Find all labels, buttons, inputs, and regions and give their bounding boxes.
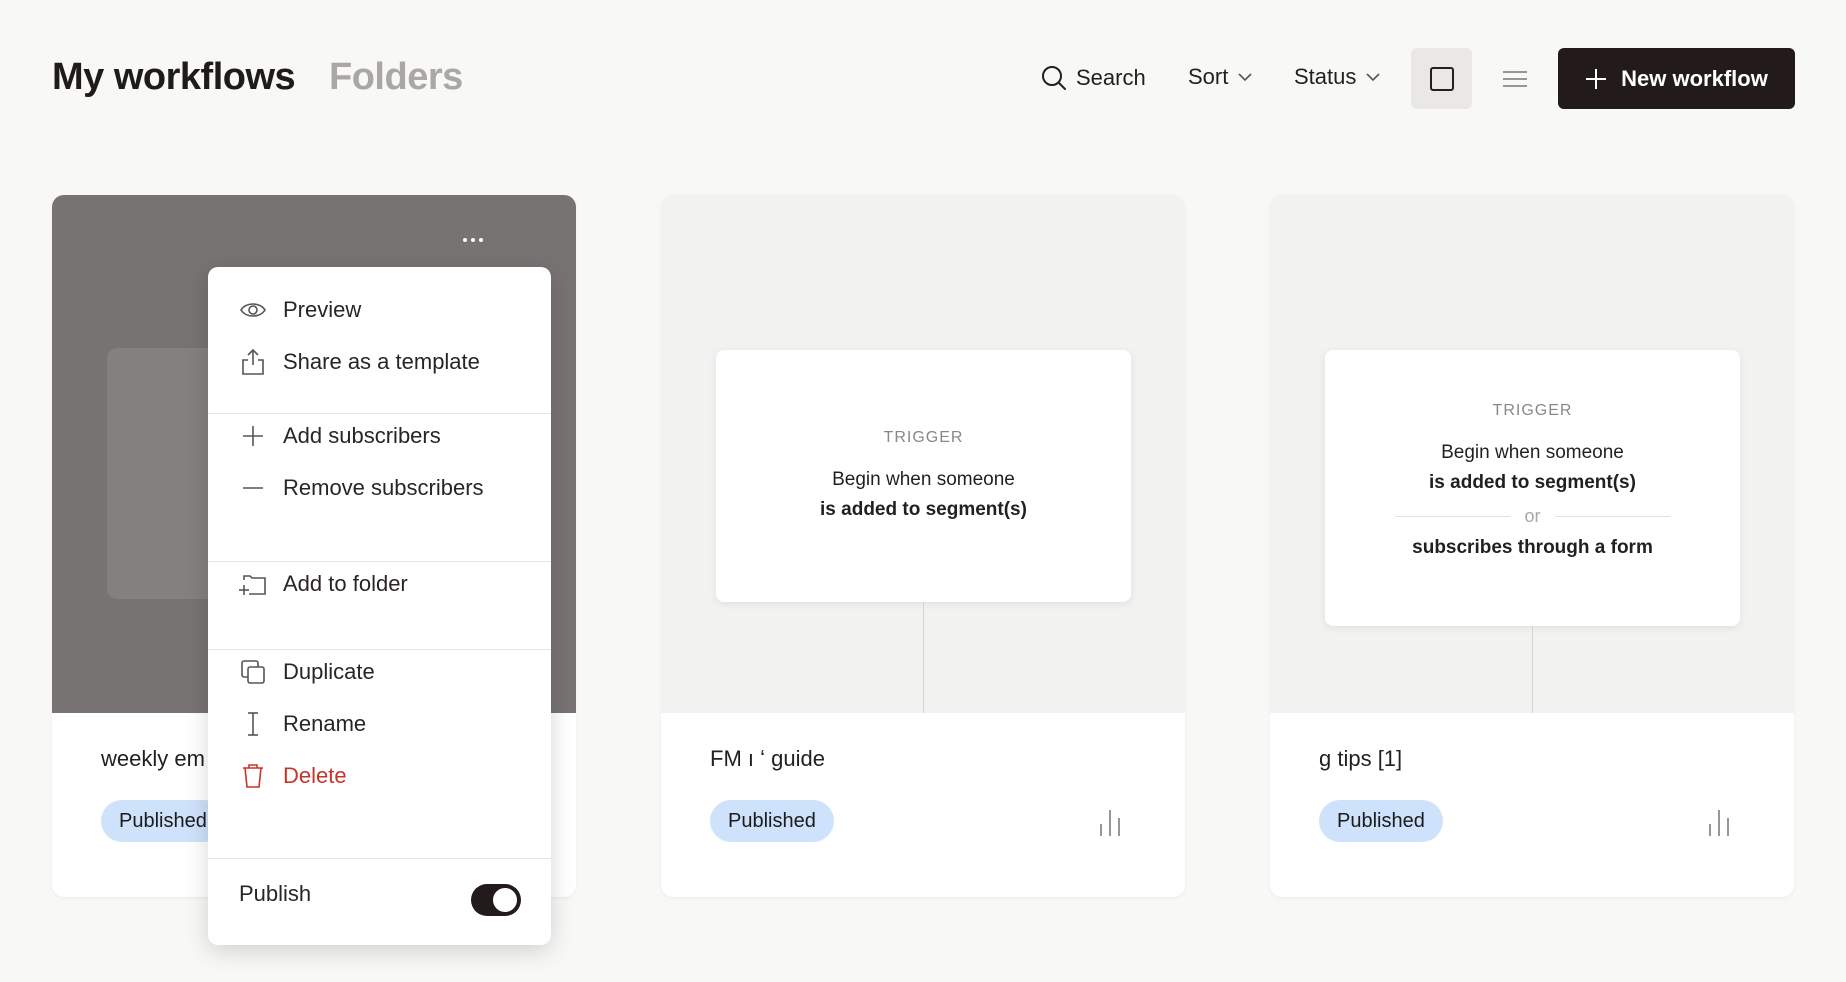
new-workflow-label: New workflow <box>1621 65 1768 91</box>
search-button[interactable]: Search <box>1040 64 1146 92</box>
trigger-line: Begin when someone <box>832 469 1015 490</box>
menu-item-label: Add to folder <box>283 571 408 596</box>
workflow-card[interactable]: TRIGGER Begin when someone is added to s… <box>661 195 1185 897</box>
text-cursor-icon <box>248 712 258 736</box>
status-badge: Published <box>101 800 225 842</box>
menu-item-label: Delete <box>283 763 347 788</box>
menu-item-duplicate[interactable]: Duplicate <box>239 650 529 694</box>
menu-item-label: Share as a template <box>283 349 480 374</box>
grid-view-toggle[interactable] <box>1411 48 1472 109</box>
new-workflow-button[interactable]: New workflow <box>1558 48 1795 109</box>
workflow-preview[interactable]: TRIGGER Begin when someone is added to s… <box>661 195 1185 713</box>
menu-item-delete[interactable]: Delete <box>239 754 529 798</box>
menu-item-rename[interactable]: Rename <box>239 702 529 746</box>
menu-item-label: Remove subscribers <box>283 475 484 500</box>
search-label: Search <box>1076 65 1146 90</box>
trash-icon <box>243 764 263 788</box>
menu-item-preview[interactable]: Preview <box>239 288 529 332</box>
workflow-name[interactable]: g tips [1] <box>1319 746 1749 772</box>
chevron-down-icon <box>1366 73 1380 82</box>
sort-label: Sort <box>1188 64 1229 89</box>
stats-icon[interactable] <box>1706 808 1732 836</box>
tab-folders[interactable]: Folders <box>329 56 463 99</box>
sort-dropdown[interactable]: Sort <box>1188 64 1254 90</box>
status-badge: Published <box>710 800 834 842</box>
status-dropdown[interactable]: Status <box>1294 64 1382 90</box>
or-divider: or <box>1325 506 1740 527</box>
status-badge: Published <box>1319 800 1443 842</box>
menu-divider <box>208 858 551 859</box>
trigger-condition: is added to segment(s) <box>1429 472 1636 493</box>
menu-item-label: Duplicate <box>283 659 375 684</box>
plus-icon <box>243 426 263 446</box>
workflow-card[interactable]: TRIGGER Begin when someone is added to s… <box>1270 195 1794 897</box>
page-header: My workflows Folders Search Sort Status … <box>0 0 1846 160</box>
workflow-name[interactable]: FM ı ʻ guide <box>710 746 1140 772</box>
trigger-label: TRIGGER <box>1492 402 1573 419</box>
more-options-button[interactable] <box>455 228 491 252</box>
trigger-box: TRIGGER Begin when someone is added to s… <box>716 350 1131 602</box>
connector-line <box>1532 626 1533 713</box>
trigger-condition: is added to segment(s) <box>820 499 1027 520</box>
minus-icon <box>243 487 263 489</box>
status-label: Status <box>1294 64 1357 89</box>
publish-toggle[interactable] <box>471 884 521 916</box>
publish-label: Publish <box>239 881 312 906</box>
menu-item-label: Add subscribers <box>283 423 441 448</box>
menu-item-share-template[interactable]: Share as a template <box>239 340 529 384</box>
plus-icon <box>1586 68 1607 89</box>
menu-item-label: Rename <box>283 711 367 736</box>
menu-item-add-subscribers[interactable]: Add subscribers <box>239 414 529 458</box>
duplicate-icon <box>241 660 265 684</box>
menu-item-add-to-folder[interactable]: Add to folder <box>239 562 529 606</box>
list-view-toggle[interactable] <box>1484 48 1545 109</box>
menu-item-remove-subscribers[interactable]: Remove subscribers <box>239 466 529 510</box>
workflow-context-menu: Preview Share as a template Add subscrib… <box>208 267 551 945</box>
menu-item-label: Preview <box>283 297 362 322</box>
trigger-condition: subscribes through a form <box>1412 537 1653 558</box>
connector-line <box>923 602 924 713</box>
eye-icon <box>240 303 266 317</box>
trigger-box: TRIGGER Begin when someone is added to s… <box>1325 350 1740 626</box>
grid-view-icon <box>1429 66 1454 91</box>
trigger-label: TRIGGER <box>883 429 964 446</box>
workflow-preview[interactable]: TRIGGER Begin when someone is added to s… <box>1270 195 1794 713</box>
or-label: or <box>1524 506 1541 526</box>
search-icon <box>1042 66 1066 90</box>
trigger-line: Begin when someone <box>1441 442 1624 463</box>
page-title: My workflows <box>52 56 296 98</box>
folder-add-icon <box>239 575 266 595</box>
stats-icon[interactable] <box>1097 808 1123 836</box>
list-view-icon <box>1502 70 1527 87</box>
chevron-down-icon <box>1238 73 1252 82</box>
share-icon <box>242 348 264 375</box>
more-icon <box>463 238 467 242</box>
